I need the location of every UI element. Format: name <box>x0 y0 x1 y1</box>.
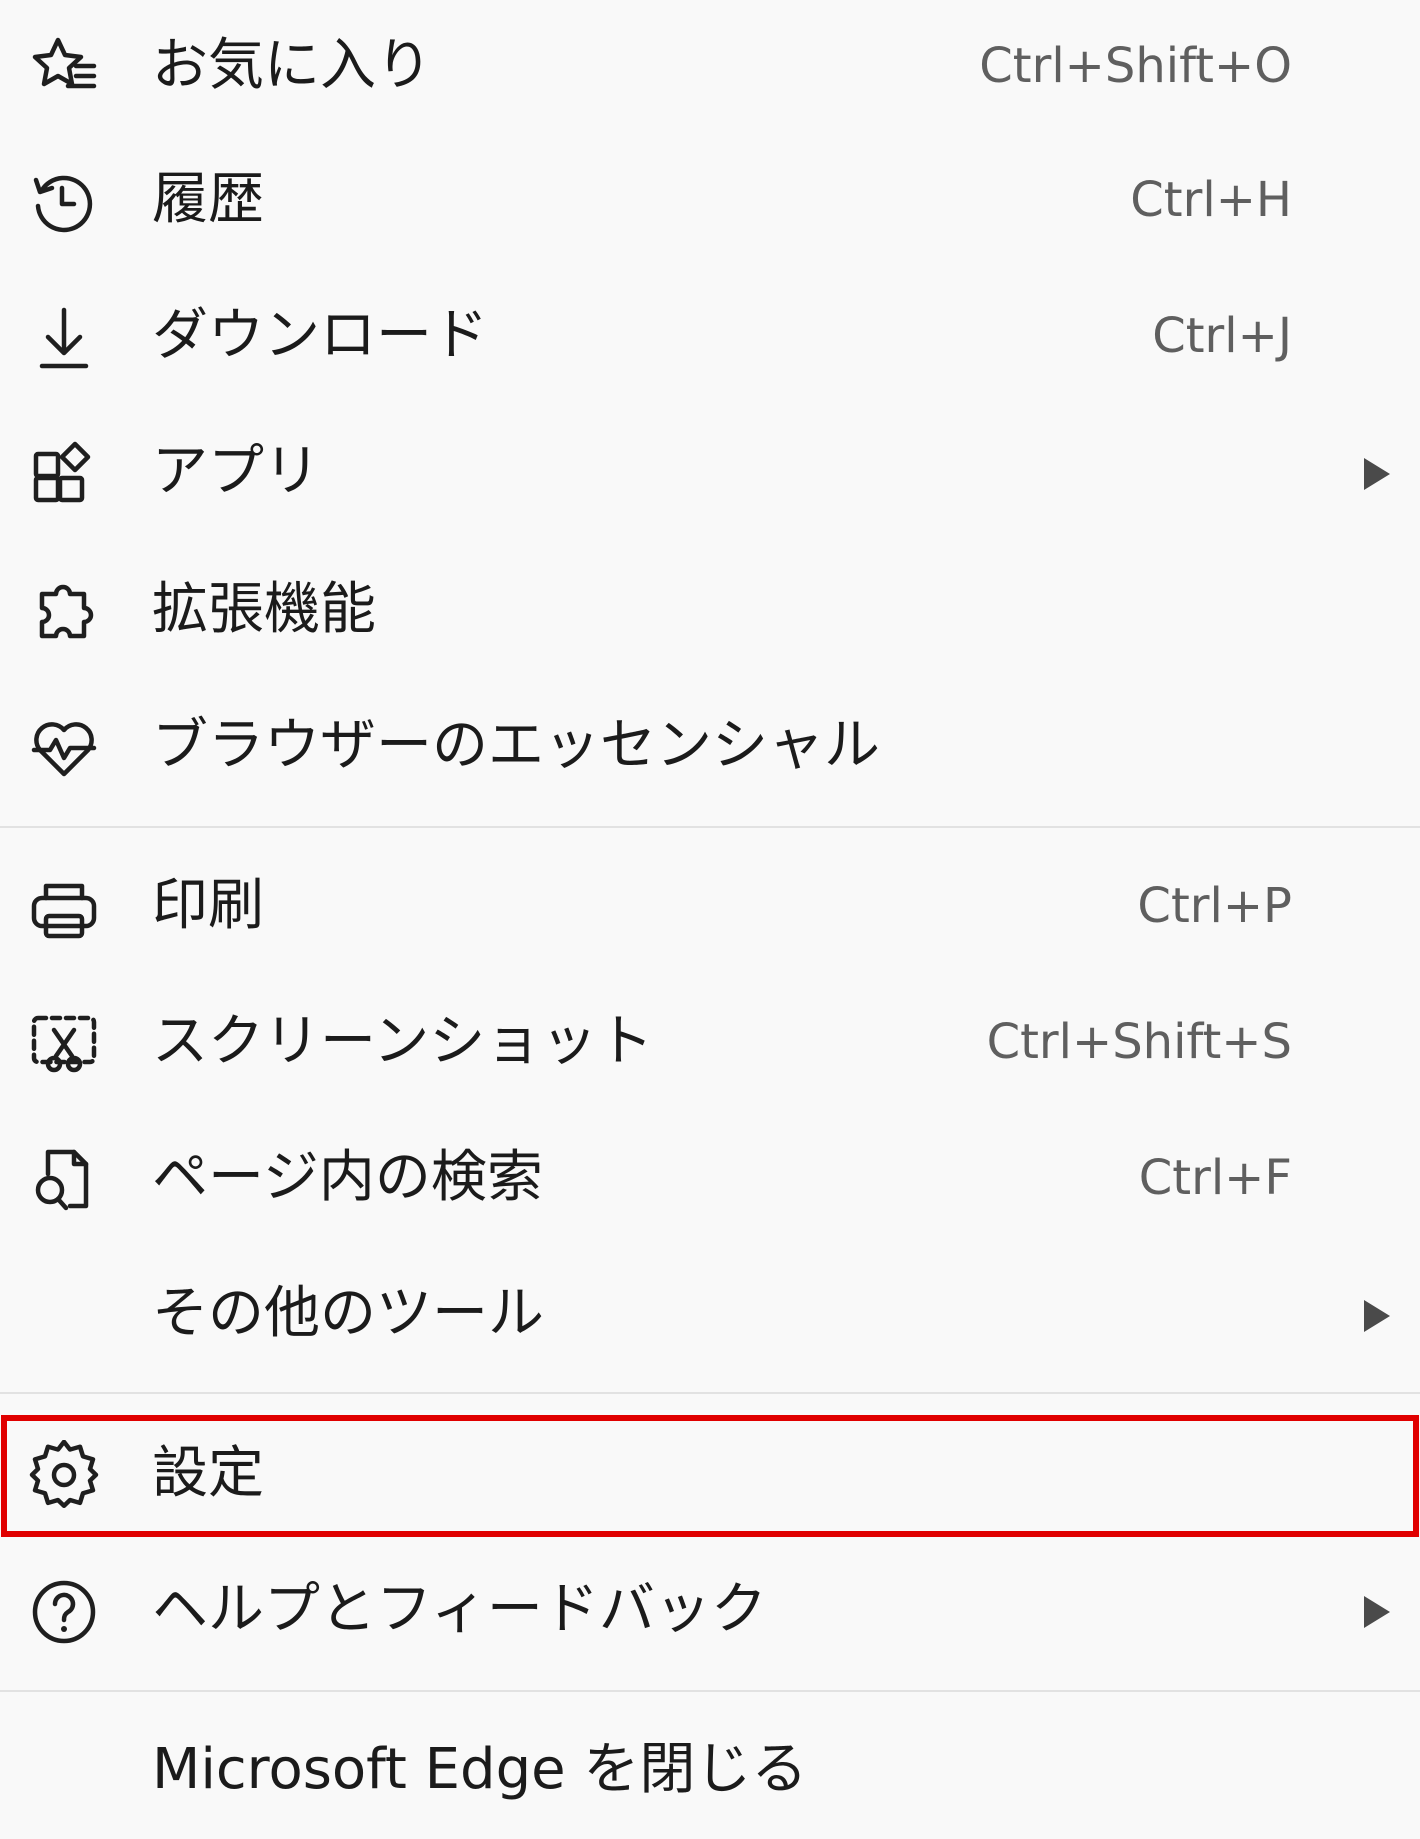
menu-divider <box>0 1690 1420 1692</box>
menu-item-label: 履歴 <box>152 166 264 232</box>
menu-item-close-edge[interactable]: Microsoft Edge を閉じる <box>0 1712 1420 1832</box>
menu-item-apps[interactable]: アプリ <box>0 414 1420 534</box>
menu-item-find-on-page[interactable]: ページ内の検索 Ctrl+F <box>0 1120 1420 1240</box>
menu-item-shortcut: Ctrl+P <box>1137 878 1292 935</box>
menu-item-label: Microsoft Edge を閉じる <box>152 1736 808 1802</box>
menu-item-label: ヘルプとフィードバック <box>152 1576 767 1642</box>
printer-icon <box>28 872 100 944</box>
menu-item-label: お気に入り <box>152 32 432 98</box>
menu-item-label: アプリ <box>152 438 320 504</box>
history-clock-icon <box>28 166 100 238</box>
menu-item-shortcut: Ctrl+H <box>1130 172 1292 229</box>
menu-item-shortcut: Ctrl+Shift+O <box>979 38 1292 95</box>
menu-item-label: その他のツール <box>152 1280 544 1346</box>
menu-item-favorites[interactable]: お気に入り Ctrl+Shift+O <box>0 8 1420 128</box>
apps-grid-icon <box>28 438 100 510</box>
download-arrow-icon <box>28 302 100 374</box>
menu-item-more-tools[interactable]: その他のツール <box>0 1256 1420 1376</box>
menu-item-downloads[interactable]: ダウンロード Ctrl+J <box>0 278 1420 398</box>
submenu-arrow-icon <box>1364 1596 1390 1628</box>
find-in-page-icon <box>28 1144 100 1216</box>
menu-item-label: ページ内の検索 <box>152 1144 543 1210</box>
menu-item-shortcut: Ctrl+F <box>1138 1150 1292 1207</box>
screenshot-scissors-icon <box>28 1008 100 1080</box>
menu-item-label: 拡張機能 <box>152 576 376 642</box>
menu-item-shortcut: Ctrl+Shift+S <box>986 1014 1292 1071</box>
heart-pulse-icon <box>28 712 100 784</box>
menu-item-label: 印刷 <box>152 872 264 938</box>
menu-item-history[interactable]: 履歴 Ctrl+H <box>0 142 1420 262</box>
menu-divider <box>0 826 1420 828</box>
menu-item-label: ダウンロード <box>152 302 488 368</box>
menu-item-help-feedback[interactable]: ヘルプとフィードバック <box>0 1552 1420 1672</box>
favorites-star-icon <box>28 32 100 104</box>
menu-divider <box>0 1392 1420 1394</box>
submenu-arrow-icon <box>1364 1300 1390 1332</box>
menu-item-print[interactable]: 印刷 Ctrl+P <box>0 848 1420 968</box>
help-circle-icon <box>28 1576 100 1648</box>
menu-item-screenshot[interactable]: スクリーンショット Ctrl+Shift+S <box>0 984 1420 1104</box>
menu-item-label: スクリーンショット <box>152 1008 654 1074</box>
menu-item-label: ブラウザーのエッセンシャル <box>152 712 880 778</box>
submenu-arrow-icon <box>1364 458 1390 490</box>
menu-item-shortcut: Ctrl+J <box>1152 308 1292 365</box>
selection-highlight-box <box>1 1415 1419 1537</box>
menu-item-extensions[interactable]: 拡張機能 <box>0 552 1420 672</box>
edge-settings-menu: お気に入り Ctrl+Shift+O 履歴 Ctrl+H ダウンロード Ctrl… <box>0 0 1420 1839</box>
puzzle-piece-icon <box>28 576 100 648</box>
menu-item-browser-essentials[interactable]: ブラウザーのエッセンシャル <box>0 688 1420 808</box>
